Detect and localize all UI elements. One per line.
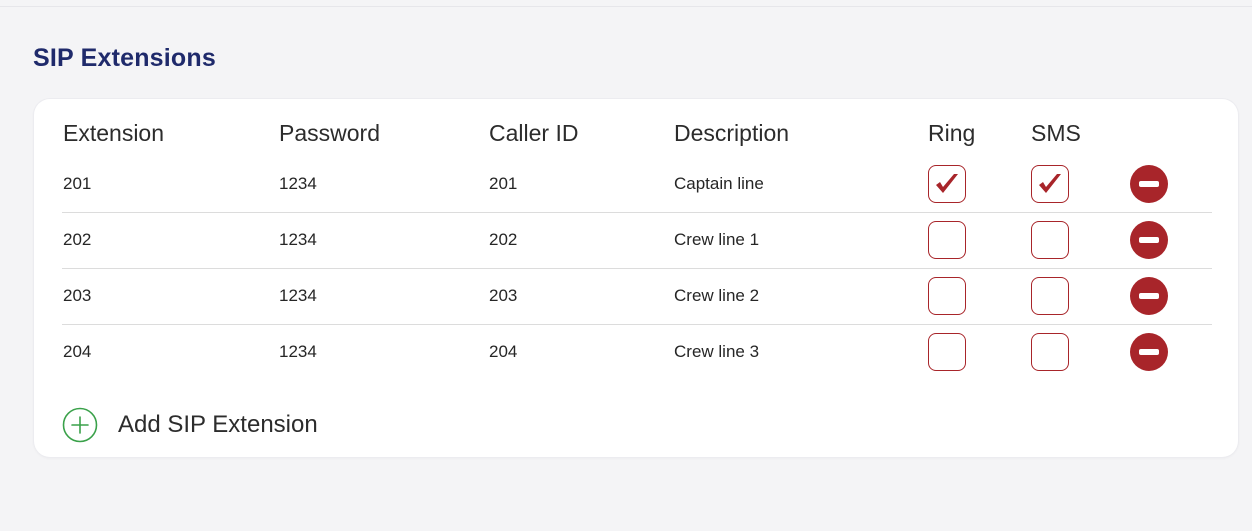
ring-checkbox[interactable] [928, 221, 966, 259]
sms-checkbox[interactable] [1031, 221, 1069, 259]
section-title: SIP Extensions [33, 44, 216, 72]
add-sip-extension-label: Add SIP Extension [118, 411, 318, 438]
table-row: 202 1234 202 Crew line 1 [62, 212, 1212, 269]
column-header-caller-id: Caller ID [489, 120, 579, 146]
sip-extensions-page: SIP Extensions Extension Password Caller… [0, 0, 1252, 531]
cell-description: Captain line [674, 174, 764, 193]
cell-description: Crew line 2 [674, 286, 760, 305]
cell-caller-id: 201 [489, 174, 518, 193]
cell-password: 1234 [279, 230, 317, 249]
column-header-description: Description [674, 120, 790, 146]
remove-icon[interactable] [1130, 165, 1168, 203]
plus-circle-icon [62, 407, 98, 443]
cell-extension: 201 [63, 174, 92, 193]
cell-caller-id: 204 [489, 342, 518, 361]
ring-checkbox[interactable] [928, 333, 966, 371]
cell-caller-id: 203 [489, 286, 518, 305]
column-header-password: Password [279, 120, 380, 146]
sms-checkbox[interactable] [1031, 333, 1069, 371]
cell-extension: 204 [63, 342, 92, 361]
checkmark-icon [936, 174, 958, 193]
table-row: 204 1234 204 Crew line 3 [62, 324, 1212, 380]
remove-icon[interactable] [1130, 277, 1168, 315]
column-header-ring: Ring [928, 120, 976, 146]
cell-password: 1234 [279, 342, 317, 361]
column-header-sms: SMS [1031, 120, 1081, 146]
cell-description: Crew line 1 [674, 230, 760, 249]
table-row: 203 1234 203 Crew line 2 [62, 268, 1212, 325]
cell-extension: 202 [63, 230, 92, 249]
table-row: 201 1234 201 Captain line [62, 156, 1212, 213]
cell-password: 1234 [279, 174, 317, 193]
remove-icon[interactable] [1130, 333, 1168, 371]
cell-description: Crew line 3 [674, 342, 760, 361]
cell-extension: 203 [63, 286, 92, 305]
cell-caller-id: 202 [489, 230, 518, 249]
remove-icon[interactable] [1130, 221, 1168, 259]
top-divider [0, 6, 1252, 7]
sms-checkbox[interactable] [1031, 277, 1069, 315]
sms-checkbox[interactable] [1031, 165, 1069, 203]
cell-password: 1234 [279, 286, 317, 305]
ring-checkbox[interactable] [928, 165, 966, 203]
checkmark-icon [1039, 174, 1061, 193]
column-header-extension: Extension [63, 120, 165, 146]
ring-checkbox[interactable] [928, 277, 966, 315]
